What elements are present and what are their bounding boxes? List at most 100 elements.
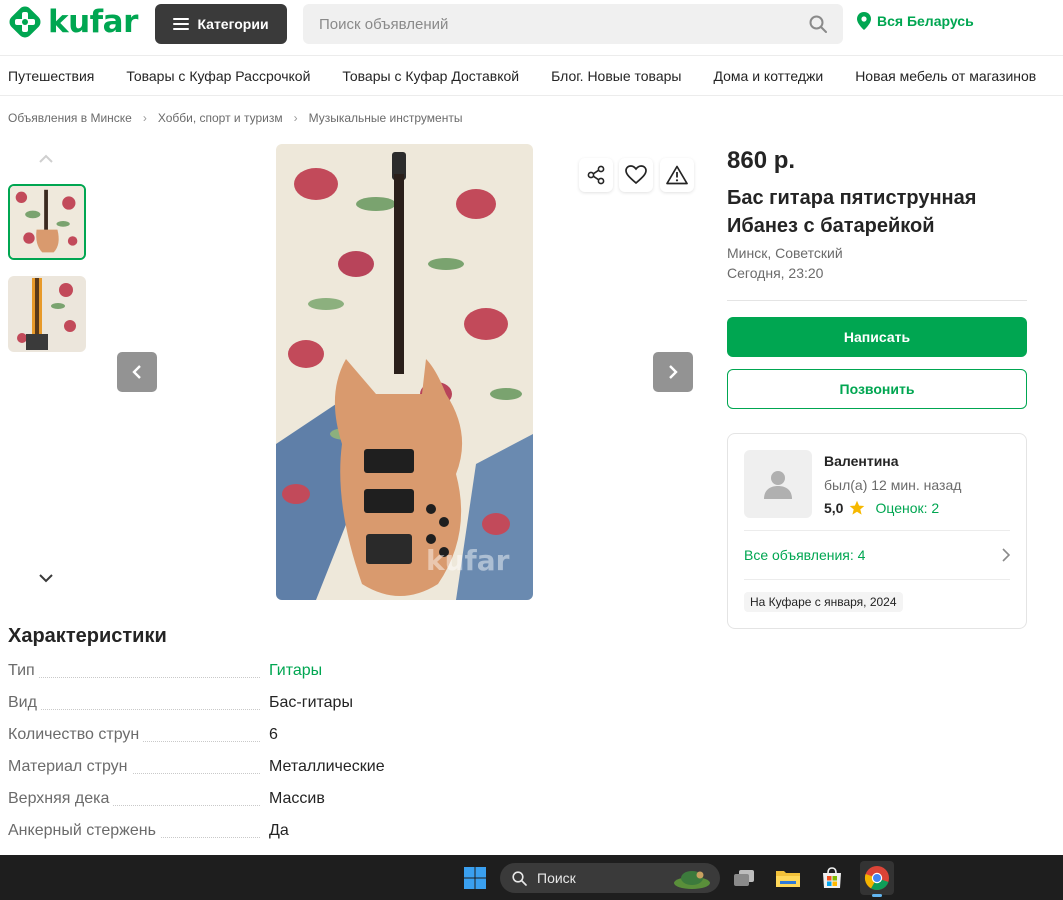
characteristic-row: Вид Бас-гитары [8,694,508,716]
active-app-indicator [872,894,882,897]
taskbar-search[interactable]: Поиск [500,863,720,893]
topnav-link-blog[interactable]: Блог. Новые товары [551,68,681,84]
listing-title: Бас гитара пятиструнная Ибанез с батарей… [727,187,977,237]
top-nav: Путешествия Товары с Куфар Рассрочкой То… [0,56,1063,96]
categories-label: Категории [197,16,269,32]
breadcrumb-item[interactable]: Музыкальные инструменты [309,111,463,125]
warning-icon [666,165,688,185]
topnav-link-furniture[interactable]: Новая мебель от магазинов [855,68,1036,84]
arrow-left-icon [132,365,141,379]
user-icon [764,471,792,499]
gallery-prev-button[interactable] [117,352,157,392]
listing-price: 860 р. [727,147,796,174]
divider [727,300,1027,301]
all-ads-link[interactable]: Все объявления: 4 [744,547,865,563]
reviews-link[interactable]: Оценок: 2 [875,500,939,516]
listing-location: Минск, Советский [727,245,843,261]
thumbnail-image [8,276,86,352]
gallery-thumbnail[interactable] [8,276,86,352]
search-bar [303,4,843,44]
windows-start-icon [464,867,486,889]
characteristic-row: Тип Гитары [8,662,508,684]
task-view-icon [734,870,754,886]
gallery-thumbnail[interactable] [8,184,86,260]
main-photo[interactable]: kufar [276,144,533,600]
characteristic-label: Анкерный стержень [8,822,160,840]
seller-last-seen: был(а) 12 мин. назад [824,477,962,493]
taskbar-file-explorer[interactable] [773,863,803,893]
write-message-button[interactable]: Написать [727,317,1027,357]
call-button[interactable]: Позвонить [727,369,1027,409]
region-selector[interactable]: Вся Беларусь [857,12,974,30]
share-button[interactable] [579,158,613,192]
region-label: Вся Беларусь [877,13,974,29]
seller-name[interactable]: Валентина [824,453,899,469]
file-explorer-icon [776,871,800,887]
chevron-right-icon[interactable] [1002,548,1010,562]
member-since-badge: На Куфаре с января, 2024 [744,592,903,612]
thumbnail-image [10,186,84,258]
search-input[interactable] [303,4,843,44]
divider [744,579,1010,580]
characteristic-row: Верхняя дека Массив [8,790,508,812]
characteristic-row: Количество струн 6 [8,726,508,748]
topnav-link-houses[interactable]: Дома и коттеджи [713,68,823,84]
heart-icon [625,165,647,185]
characteristic-value: Металлические [269,758,385,775]
breadcrumb-item[interactable]: Хобби, спорт и туризм [158,111,283,125]
seller-card: Валентина был(а) 12 мин. назад 5,0 Оцено… [727,433,1027,629]
characteristic-label: Верхняя дека [8,790,114,808]
breadcrumb-separator-icon: › [142,111,147,125]
logo-text: kufar [48,4,138,40]
listing-image [276,144,533,600]
report-button[interactable] [660,158,694,192]
taskbar-chrome[interactable] [860,861,894,897]
dotted-leader [8,709,260,710]
chevron-down-icon[interactable] [38,572,54,584]
taskbar-search-label: Поиск [537,870,576,886]
rating-score: 5,0 [824,500,844,516]
characteristic-label: Тип [8,662,39,680]
characteristic-value: Массив [269,790,325,807]
kufar-logo-icon [9,6,41,38]
gallery-next-button[interactable] [653,352,693,392]
search-highlight-icon [674,871,710,889]
listing-posted-time: Сегодня, 23:20 [727,265,824,281]
taskbar-task-view[interactable] [729,863,759,893]
star-icon [850,500,865,515]
kufar-logo[interactable]: kufar [8,4,138,40]
characteristic-label: Материал струн [8,758,132,776]
taskbar-store[interactable] [817,863,847,893]
seller-rating: 5,0 Оценок: 2 [824,500,939,516]
characteristics-title: Характеристики [8,625,167,647]
topnav-link-delivery[interactable]: Товары с Куфар Доставкой [342,68,519,84]
characteristic-value: Бас-гитары [269,694,353,711]
share-icon [587,165,605,185]
categories-button[interactable]: Категории [155,4,287,44]
divider [744,530,1010,531]
search-icon [512,871,527,886]
avatar[interactable] [744,450,812,518]
search-icon[interactable] [809,15,827,33]
location-pin-icon [857,12,871,30]
topnav-link-installments[interactable]: Товары с Куфар Рассрочкой [126,68,310,84]
breadcrumb: Объявления в Минске › Хобби, спорт и тур… [8,111,462,125]
dotted-leader [8,677,260,678]
photo-watermark: kufar [426,544,510,577]
characteristic-label: Количество струн [8,726,144,744]
chrome-icon [864,866,889,891]
store-icon [823,867,841,888]
menu-icon [173,18,190,30]
breadcrumb-separator-icon: › [293,111,298,125]
site-header: kufar Категории Вся Беларусь [0,0,1063,56]
characteristic-value: 6 [269,726,278,743]
arrow-right-icon [669,365,678,379]
breadcrumb-item[interactable]: Объявления в Минске [8,111,132,125]
characteristic-value-link[interactable]: Гитары [269,662,322,680]
characteristic-row: Материал струн Металлические [8,758,508,780]
start-button[interactable] [460,863,490,893]
os-taskbar: Поиск [0,855,1063,900]
favorite-button[interactable] [619,158,653,192]
topnav-link-travel[interactable]: Путешествия [8,68,94,84]
chevron-up-icon[interactable] [38,154,54,164]
